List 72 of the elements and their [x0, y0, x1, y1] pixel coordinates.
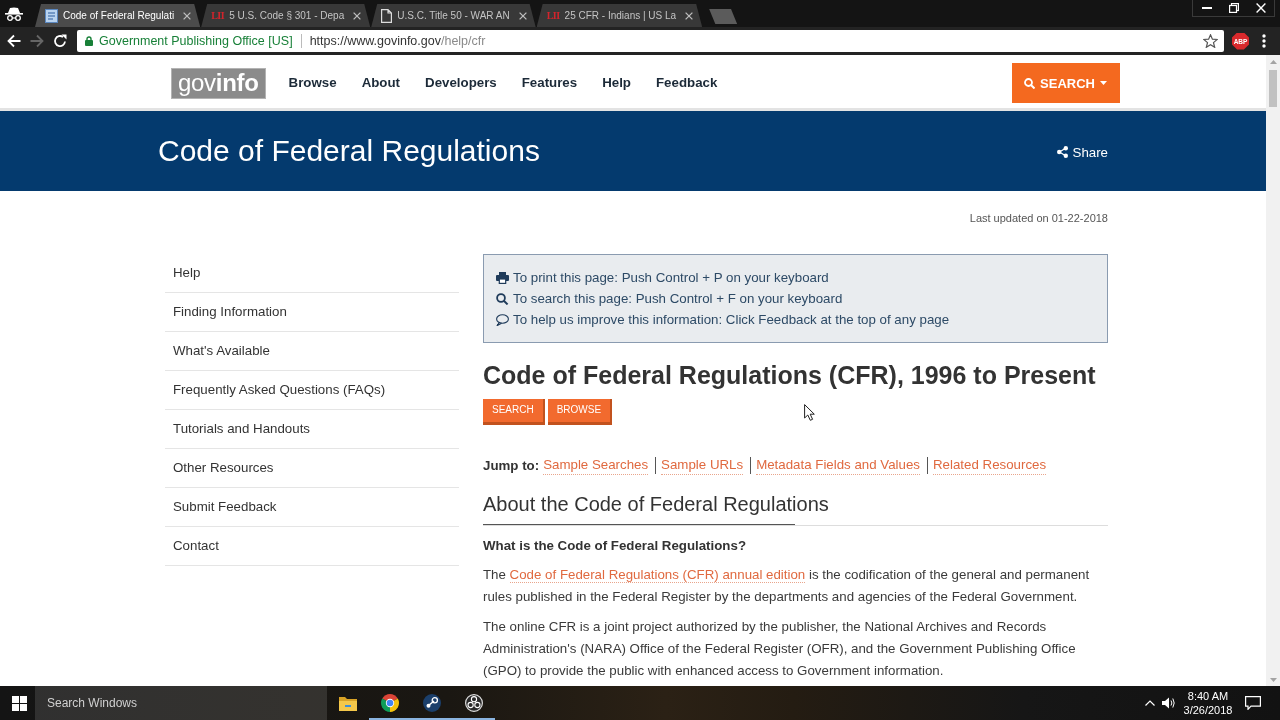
search-icon — [496, 292, 509, 305]
browser-tab[interactable]: LII 25 CFR - Indians | US La — [536, 4, 703, 27]
aperture-icon — [465, 694, 483, 712]
jump-to-label: Jump to: — [483, 456, 540, 475]
favicon-label: LII — [211, 10, 225, 21]
scrollbar-thumb[interactable] — [1269, 70, 1277, 107]
site-identity[interactable]: Government Publishing Office [US] — [99, 34, 293, 48]
colored-ring-icon — [381, 694, 399, 712]
menu-icon[interactable] — [1262, 34, 1266, 48]
page-icon — [381, 8, 393, 23]
body-paragraph: The Code of Federal Regulations (CFR) annual edition is the codification of the general and permanent rules published in the Federal Register by the departments and agencies of the Federal Government. — [483, 566, 1091, 606]
reload-icon[interactable] — [53, 34, 67, 48]
mouse-cursor-icon — [804, 404, 815, 421]
nav-link[interactable]: Features — [521, 75, 578, 90]
body-paragraph: The online CFR is a joint project authorized by the publisher, the National Archives and Records Administration's (NARA) Office of the Federal Register (OFR), and the Government Publishing Office (GPO) to provide the public with enhanced access to Government information. — [483, 618, 1077, 680]
share-link[interactable]: Share — [1056, 144, 1108, 160]
sidebar-item[interactable]: Help — [165, 254, 459, 293]
nav-link[interactable]: Feedback — [656, 75, 718, 90]
scrollbar[interactable] — [1266, 55, 1280, 686]
speech-bubble-icon — [496, 313, 509, 326]
close-icon[interactable] — [685, 11, 694, 20]
info-text: To search this page: Push Control + F on your keyboard — [513, 291, 843, 306]
sidebar-item[interactable]: Other Resources — [165, 449, 459, 488]
last-updated-text: Last updated on 01-22-2018 — [969, 211, 1108, 225]
sidebar-item[interactable]: Finding Information — [165, 293, 459, 332]
info-text: To help us improve this information: Click Feedback at the top of any page — [513, 312, 950, 327]
nav-link[interactable]: Developers — [425, 75, 497, 90]
close-icon[interactable] — [518, 11, 527, 20]
restore-icon[interactable] — [1228, 3, 1239, 13]
browser-tab[interactable]: LII 5 U.S. Code § 301 - Depa — [201, 4, 371, 27]
browser-tab[interactable]: Code of Federal Regulati — [35, 4, 201, 27]
jump-link[interactable]: Sample URLs — [661, 456, 744, 475]
chevron-up-icon[interactable] — [1145, 700, 1155, 706]
printer-icon — [496, 271, 509, 284]
sidebar-item[interactable]: Contact — [165, 527, 459, 566]
nav-link[interactable]: Help — [602, 75, 631, 90]
page-title: Code of Federal Regulations (CFR), 1996 to Present — [483, 360, 1096, 390]
new-tab-button[interactable] — [709, 9, 738, 24]
minimize-icon[interactable] — [1201, 7, 1212, 9]
sidebar-item[interactable]: Submit Feedback — [165, 488, 459, 527]
sidebar-item[interactable]: Frequently Asked Questions (FAQs) — [165, 371, 459, 410]
jump-link[interactable]: Metadata Fields and Values — [756, 456, 920, 475]
document-favicon-icon — [45, 8, 58, 23]
windows-logo-icon[interactable] — [12, 695, 27, 711]
jump-link[interactable]: Sample Searches — [543, 456, 649, 475]
message-icon[interactable] — [1245, 696, 1261, 710]
clock-time: 8:40 AM — [1187, 689, 1229, 703]
sidebar-item[interactable]: What's Available — [165, 332, 459, 371]
folder-icon — [339, 695, 357, 711]
banner-title: Code of Federal Regulations — [158, 134, 540, 168]
back-arrow-icon[interactable] — [7, 34, 21, 48]
search-icon — [1024, 77, 1036, 89]
close-icon[interactable] — [353, 11, 362, 20]
clock-date: 3/26/2018 — [1183, 703, 1233, 717]
address-bar[interactable]: Government Publishing Office [US] https://www.govinfo.gov/help/cfr — [77, 30, 1224, 52]
info-text: To print this page: Push Control + P on your keyboard — [513, 270, 829, 285]
question-heading: What is the Code of Federal Regulations? — [483, 537, 746, 555]
nav-link[interactable]: About — [361, 75, 401, 90]
caret-icon — [1100, 81, 1107, 85]
favicon-label: LII — [546, 10, 560, 21]
section-heading: About the Code of Federal Regulations — [483, 492, 829, 517]
sidebar-item[interactable]: Tutorials and Handouts — [165, 410, 459, 449]
speaker-icon[interactable] — [1162, 697, 1175, 709]
share-icon — [1056, 146, 1068, 158]
piston-disc-icon — [423, 694, 441, 712]
search-field[interactable]: Search Windows — [35, 686, 327, 720]
url-text[interactable]: https://www.govinfo.gov/help/cfr — [309, 34, 486, 48]
padlock-icon — [85, 36, 93, 46]
star-icon[interactable] — [1203, 34, 1218, 48]
incognito-icon — [5, 6, 23, 21]
browser-tab[interactable]: U.S.C. Title 50 - WAR AN — [371, 4, 536, 27]
nav-link[interactable]: Browse — [288, 75, 337, 90]
